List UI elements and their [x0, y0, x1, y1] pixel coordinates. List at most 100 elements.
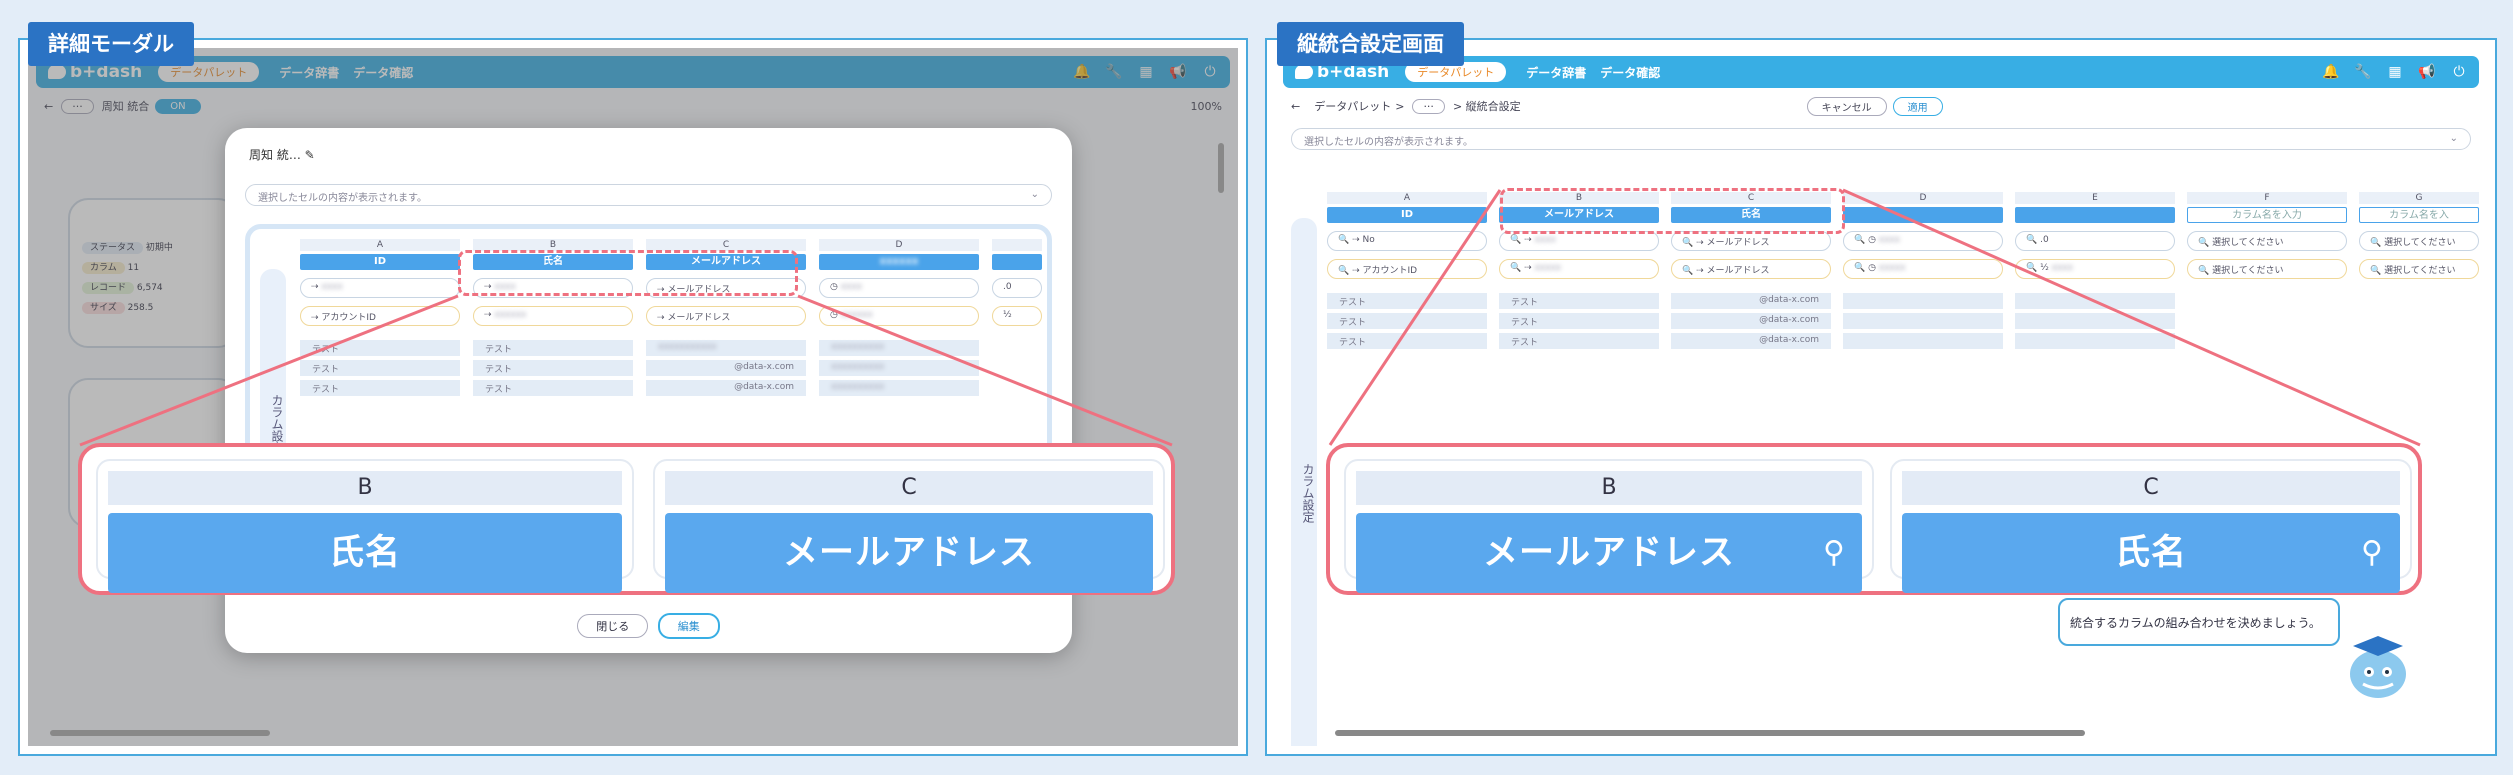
- table-cell[interactable]: テスト: [300, 340, 460, 356]
- left-panel-title: 詳細モーダル: [28, 22, 194, 66]
- cell-content-search[interactable]: 選択したセルの内容が表示されます。 ⌄: [245, 184, 1052, 206]
- column-header[interactable]: xxxxxx: [819, 254, 979, 270]
- table-cell[interactable]: テスト: [1499, 293, 1659, 309]
- table-cell[interactable]: xxxxxxxxxx: [819, 340, 979, 356]
- horizontal-scrollbar[interactable]: [1335, 730, 2085, 736]
- column-select[interactable]: 🔍 選択してください: [2187, 231, 2347, 251]
- field-value: .0: [2040, 235, 2049, 245]
- table-cell[interactable]: @data-x.com: [646, 360, 806, 376]
- column-header[interactable]: ID: [300, 254, 460, 270]
- left-app-window: b+dash データパレット データ辞書 データ確認 🔔 🔧 ▦ 📢 ⏻ ← ·…: [28, 48, 1238, 746]
- table-cell[interactable]: テスト: [300, 380, 460, 396]
- column-field[interactable]: ◷ xxxxxx: [819, 306, 979, 326]
- column-field[interactable]: 🔍 ½ xxxx: [2015, 259, 2175, 279]
- page-horizontal-scrollbar[interactable]: [50, 730, 270, 736]
- logout-icon[interactable]: ⏻: [2451, 64, 2467, 80]
- bell-icon[interactable]: 🔔: [2322, 64, 2339, 80]
- table-cell[interactable]: テスト: [1499, 333, 1659, 349]
- column-field[interactable]: 🔍 ◷ xxxx: [1843, 231, 2003, 251]
- column-field[interactable]: ⇢ xxxxxx: [473, 306, 633, 326]
- column-header[interactable]: [2015, 207, 2175, 223]
- close-button[interactable]: 閉じる: [577, 614, 649, 638]
- column-letter: D: [1843, 192, 2003, 204]
- table-cell[interactable]: [1843, 313, 2003, 329]
- megaphone-icon[interactable]: 📢: [2418, 64, 2435, 80]
- merge-column-g[interactable]: G カラム名を入 🔍 選択してください 🔍 選択してください: [2359, 192, 2479, 279]
- merge-column-d[interactable]: D 🔍 ◷ xxxx 🔍 ◷ xxxxx: [1843, 192, 2003, 349]
- column-letter: D: [819, 239, 979, 251]
- table-cell[interactable]: xxxxxxxxxxx: [646, 340, 806, 356]
- table-cell[interactable]: テスト: [300, 360, 460, 376]
- column-field[interactable]: .0: [992, 278, 1042, 298]
- column-select[interactable]: 🔍 選択してください: [2187, 259, 2347, 279]
- merge-column-f[interactable]: F カラム名を入力 🔍 選択してください 🔍 選択してください: [2187, 192, 2347, 279]
- column-field[interactable]: 🔍 ⇢ xxxx: [1499, 231, 1659, 251]
- table-cell[interactable]: テスト: [473, 340, 633, 356]
- column-field[interactable]: ⇢ メールアドレス: [646, 306, 806, 326]
- breadcrumb-root[interactable]: データパレット: [1314, 98, 1391, 114]
- column-header[interactable]: ID: [1327, 207, 1487, 223]
- column-header[interactable]: [992, 254, 1042, 270]
- chevron-down-icon[interactable]: ⌄: [2450, 133, 2458, 144]
- cancel-button[interactable]: キャンセル: [1806, 96, 1887, 116]
- zoom-header-text: 氏名: [2114, 533, 2187, 573]
- field-value: メールアドレス: [667, 313, 731, 323]
- table-cell[interactable]: [1843, 333, 2003, 349]
- zoom-column-b: B メールアドレス ⚲: [1344, 459, 1874, 593]
- column-select[interactable]: 🔍 選択してください: [2359, 231, 2479, 251]
- table-cell[interactable]: テスト: [1327, 313, 1487, 329]
- modal-title-text: 周知 統…: [249, 148, 301, 162]
- table-cell[interactable]: xxxxxxxxxx: [819, 380, 979, 396]
- table-cell[interactable]: [2015, 333, 2175, 349]
- edit-pencil-icon[interactable]: ✎: [305, 148, 315, 162]
- breadcrumb-more-button[interactable]: ···: [1412, 98, 1445, 114]
- chevron-down-icon[interactable]: ⌄: [1031, 189, 1039, 200]
- nav-data-dictionary[interactable]: データ辞書: [1526, 64, 1586, 81]
- column-name-input[interactable]: カラム名を入力: [2187, 207, 2347, 223]
- apply-button[interactable]: 適用: [1892, 96, 1943, 116]
- column-letter: [992, 239, 1042, 251]
- back-arrow-icon[interactable]: ←: [1291, 100, 1300, 113]
- column-field[interactable]: 🔍 .0: [2015, 231, 2175, 251]
- column-field[interactable]: 🔍 ⇢ メールアドレス: [1671, 259, 1831, 279]
- column-select[interactable]: 🔍 選択してください: [2359, 259, 2479, 279]
- grid-icon[interactable]: ▦: [2387, 64, 2403, 80]
- zoom-column-c: C 氏名 ⚲: [1890, 459, 2412, 593]
- table-cell[interactable]: テスト: [473, 380, 633, 396]
- edit-button[interactable]: 編集: [657, 613, 720, 639]
- column-settings-tab[interactable]: カラム設定: [1291, 218, 1317, 746]
- table-cell[interactable]: [2015, 313, 2175, 329]
- table-cell[interactable]: @data-x.com: [1671, 333, 1831, 349]
- table-cell[interactable]: [1843, 293, 2003, 309]
- column-header[interactable]: [1843, 207, 2003, 223]
- table-cell[interactable]: @data-x.com: [1671, 313, 1831, 329]
- column-field[interactable]: 🔍 ⇢ xxxxx: [1499, 259, 1659, 279]
- merge-column-a[interactable]: A ID 🔍 ⇢ No 🔍 ⇢ アカウントID テスト テスト テスト: [1327, 192, 1487, 349]
- table-cell[interactable]: テスト: [473, 360, 633, 376]
- table-cell[interactable]: [2015, 293, 2175, 309]
- zoom-column-header: メールアドレス: [665, 513, 1153, 593]
- column-a[interactable]: A ID ⇢ xxxx ⇢ アカウントID テスト テスト テスト: [300, 239, 460, 396]
- column-field[interactable]: 🔍 ⇢ No: [1327, 231, 1487, 251]
- vertical-scrollbar[interactable]: [1218, 143, 1224, 193]
- column-field[interactable]: ½: [992, 306, 1042, 326]
- column-name-input[interactable]: カラム名を入: [2359, 207, 2479, 223]
- wrench-icon[interactable]: 🔧: [2354, 64, 2371, 80]
- cell-content-search[interactable]: 選択したセルの内容が表示されます。 ⌄: [1291, 128, 2471, 150]
- table-cell[interactable]: テスト: [1327, 333, 1487, 349]
- table-cell[interactable]: xxxxxxxxxx: [819, 360, 979, 376]
- column-field[interactable]: ◷ xxxx: [819, 278, 979, 298]
- table-cell[interactable]: @data-x.com: [1671, 293, 1831, 309]
- column-field[interactable]: 🔍 ⇢ メールアドレス: [1671, 231, 1831, 251]
- column-field[interactable]: ⇢ アカウントID: [300, 306, 460, 326]
- table-cell[interactable]: @data-x.com: [646, 380, 806, 396]
- column-e[interactable]: .0 ½: [992, 239, 1042, 326]
- column-field[interactable]: 🔍 ⇢ アカウントID: [1327, 259, 1487, 279]
- column-field[interactable]: 🔍 ◷ xxxxx: [1843, 259, 2003, 279]
- merge-column-e[interactable]: E 🔍 .0 🔍 ½ xxxx: [2015, 192, 2175, 349]
- column-d[interactable]: D xxxxxx ◷ xxxx ◷ xxxxxx xxxxxxxxxx xxxx…: [819, 239, 979, 396]
- nav-data-check[interactable]: データ確認: [1600, 64, 1660, 81]
- column-field[interactable]: ⇢ xxxx: [300, 278, 460, 298]
- table-cell[interactable]: テスト: [1327, 293, 1487, 309]
- table-cell[interactable]: テスト: [1499, 313, 1659, 329]
